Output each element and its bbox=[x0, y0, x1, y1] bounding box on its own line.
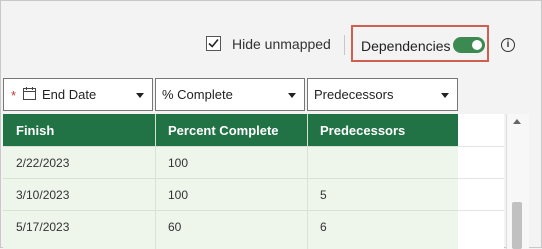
column-divider bbox=[155, 114, 156, 249]
column-header-predecessors: Predecessors bbox=[320, 123, 406, 138]
hide-unmapped-checkbox[interactable] bbox=[206, 36, 221, 51]
table-row: 3/10/2023 100 5 bbox=[3, 178, 458, 210]
table-row: 5/17/2023 60 6 bbox=[3, 210, 458, 249]
table-cell: 2/22/2023 bbox=[16, 156, 70, 170]
calendar-icon bbox=[23, 87, 36, 100]
vertical-scrollbar[interactable] bbox=[506, 114, 529, 249]
table-cell: 3/10/2023 bbox=[16, 188, 70, 202]
info-icon[interactable]: i bbox=[501, 38, 515, 52]
unmapped-column-area bbox=[458, 114, 504, 249]
row-divider bbox=[458, 178, 504, 179]
required-asterisk: * bbox=[11, 88, 17, 103]
column-header-finish: Finish bbox=[16, 123, 55, 138]
table-cell: 60 bbox=[168, 220, 182, 234]
table-cell: 5 bbox=[320, 188, 327, 202]
column-header-percent-complete: Percent Complete bbox=[168, 123, 279, 138]
table-header: Finish Percent Complete Predecessors bbox=[3, 114, 458, 146]
percent-complete-mapping-dropdown[interactable]: % Complete bbox=[155, 78, 305, 111]
scroll-up-arrow-icon[interactable] bbox=[513, 119, 521, 124]
chevron-down-icon bbox=[441, 93, 449, 98]
dependencies-label: Dependencies bbox=[361, 38, 451, 54]
hide-unmapped-label[interactable]: Hide unmapped bbox=[232, 36, 331, 52]
table-cell: 6 bbox=[320, 220, 327, 234]
column-divider bbox=[307, 114, 308, 249]
toggle-knob bbox=[472, 40, 482, 50]
dropdown-value: End Date bbox=[42, 87, 97, 102]
checkmark-icon bbox=[208, 38, 219, 48]
scrollbar-thumb[interactable] bbox=[512, 202, 522, 249]
table-cell: 100 bbox=[168, 188, 189, 202]
predecessors-mapping-dropdown[interactable]: Predecessors bbox=[307, 78, 458, 111]
end-date-mapping-dropdown[interactable]: * End Date bbox=[3, 78, 153, 111]
row-divider bbox=[458, 146, 504, 147]
chevron-down-icon bbox=[288, 93, 296, 98]
table-row: 2/22/2023 100 bbox=[3, 146, 458, 178]
table-cell: 100 bbox=[168, 156, 189, 170]
dropdown-value: Predecessors bbox=[314, 87, 394, 102]
dependencies-toggle[interactable] bbox=[453, 37, 485, 53]
table-cell: 5/17/2023 bbox=[16, 220, 70, 234]
dropdown-value: % Complete bbox=[162, 87, 233, 102]
import-mapping-panel: Hide unmapped Dependencies i * End Date … bbox=[0, 0, 542, 249]
toolbar-divider bbox=[344, 35, 345, 55]
row-divider bbox=[458, 210, 504, 211]
chevron-down-icon bbox=[136, 93, 144, 98]
